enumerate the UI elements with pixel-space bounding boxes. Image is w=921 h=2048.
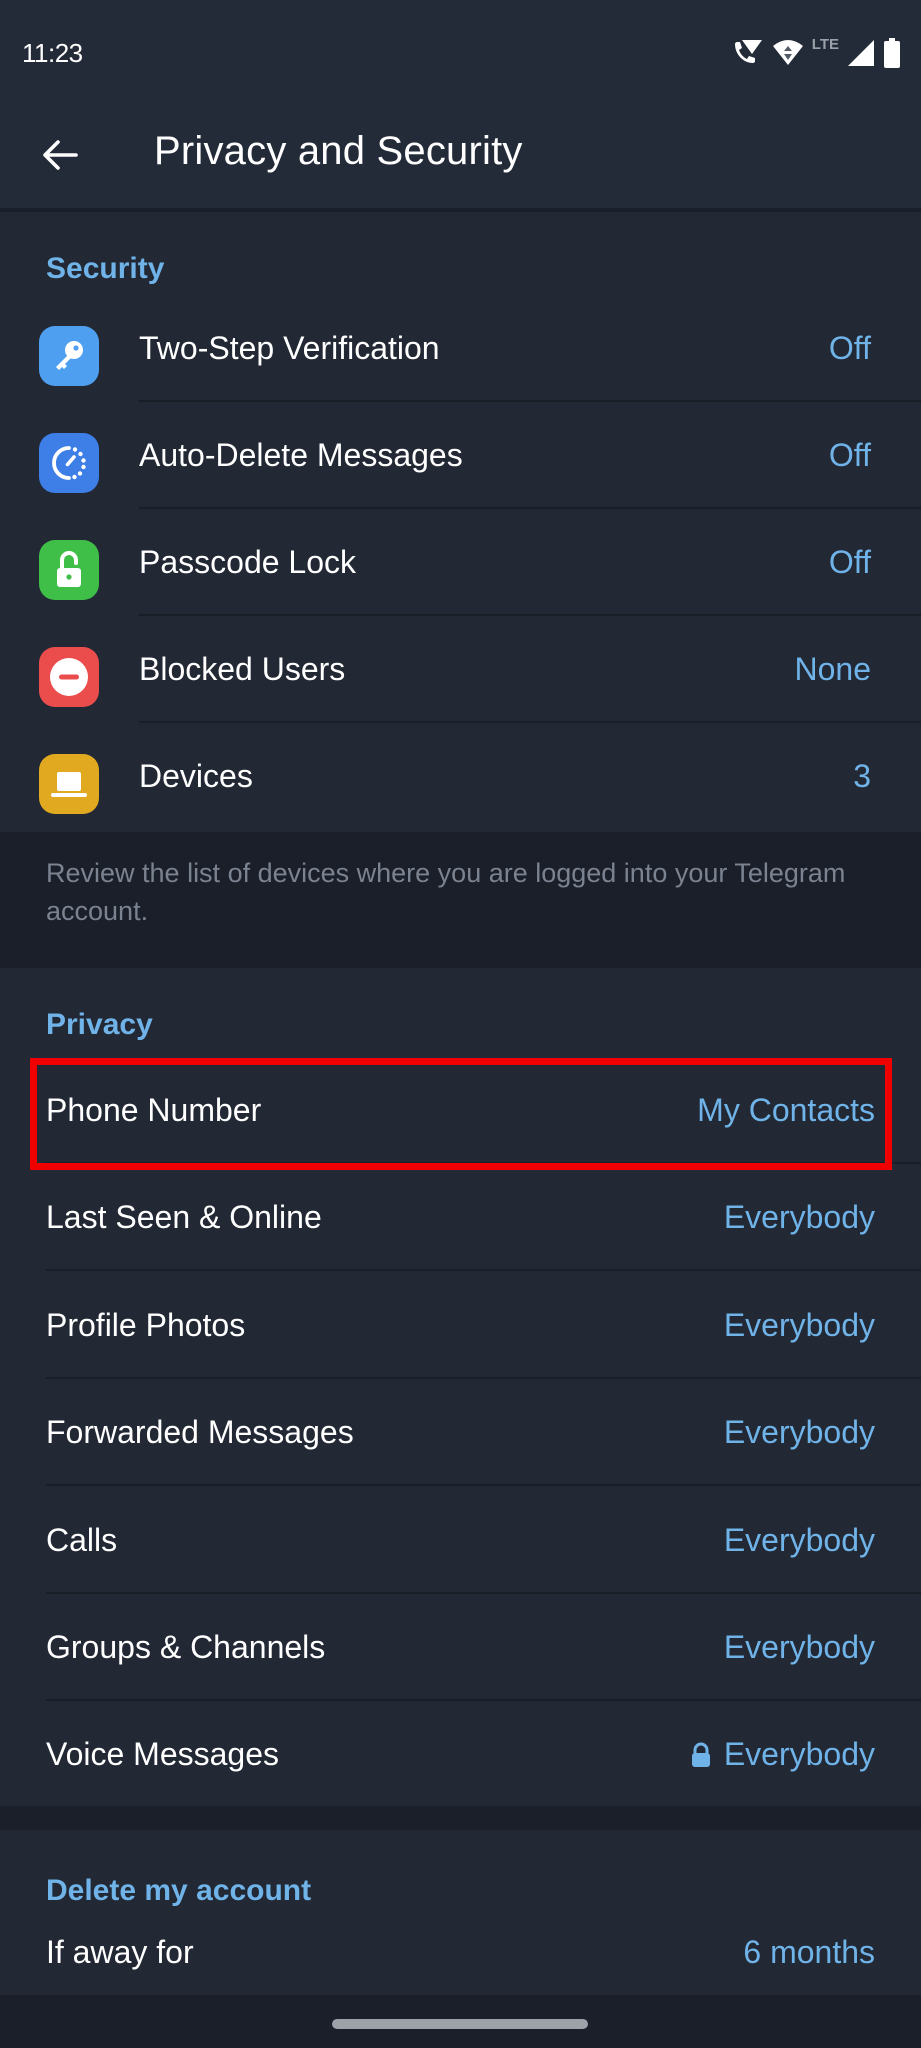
privacy-item-label: Forwarded Messages xyxy=(46,1414,354,1450)
delete-account-value: 6 months xyxy=(743,1934,875,1970)
privacy-item-value-text: Everybody xyxy=(723,1736,875,1772)
privacy-item-label: Phone Number xyxy=(46,1092,262,1128)
security-item-label: Devices xyxy=(139,758,253,794)
security-item-label: Auto-Delete Messages xyxy=(139,437,463,473)
privacy-item-value: Everybody xyxy=(723,1307,875,1343)
privacy-item-label: Voice Messages xyxy=(46,1736,280,1772)
security-item-devices[interactable]: Devices 3 xyxy=(0,723,921,830)
security-section: Security Two-Step Verification Off Auto-… xyxy=(0,212,921,832)
privacy-item-label: Profile Photos xyxy=(46,1307,246,1343)
delete-account-header: Delete my account xyxy=(46,1874,312,1907)
security-item-two-step-verification[interactable]: Two-Step Verification Off xyxy=(0,295,921,402)
security-item-value: 3 xyxy=(853,758,871,794)
security-item-label: Two-Step Verification xyxy=(139,330,440,366)
page-title: Privacy and Security xyxy=(154,129,523,173)
privacy-item-label: Calls xyxy=(46,1522,118,1558)
privacy-item-forwarded-messages[interactable]: Forwarded Messages Everybody xyxy=(0,1379,921,1486)
delete-account-section: Delete my account If away for 6 months xyxy=(0,1830,921,1995)
divider xyxy=(46,1269,921,1271)
arrow-left-icon xyxy=(42,139,78,176)
back-button[interactable] xyxy=(34,131,86,183)
lock-open-icon xyxy=(39,540,99,600)
security-item-auto-delete-messages[interactable]: Auto-Delete Messages Off xyxy=(0,402,921,509)
section-gap xyxy=(0,1806,921,1830)
security-item-label: Passcode Lock xyxy=(139,544,357,580)
status-time: 11:23 xyxy=(22,38,83,68)
divider xyxy=(46,1484,921,1486)
privacy-item-profile-photos[interactable]: Profile Photos Everybody xyxy=(0,1272,921,1379)
network-type-label: LTE xyxy=(811,36,839,53)
lock-icon xyxy=(690,1742,712,1768)
privacy-item-last-seen[interactable]: Last Seen & Online Everybody xyxy=(0,1164,921,1271)
privacy-item-value: Everybody xyxy=(723,1522,875,1558)
privacy-item-value: Everybody xyxy=(723,1414,875,1450)
battery-icon xyxy=(883,38,901,68)
status-icons: LTE xyxy=(732,36,901,70)
delete-account-label: If away for xyxy=(46,1934,194,1970)
laptop-icon xyxy=(39,754,99,814)
delete-account-item-away-period[interactable]: If away for 6 months xyxy=(0,1920,921,1995)
security-header: Security xyxy=(46,252,165,285)
privacy-item-value: My Contacts xyxy=(697,1092,875,1128)
privacy-item-groups-channels[interactable]: Groups & Channels Everybody xyxy=(0,1594,921,1701)
timer-icon xyxy=(39,433,99,493)
devices-info-band: Review the list of devices where you are… xyxy=(0,832,921,966)
security-item-value: None xyxy=(794,651,872,687)
navigation-bar xyxy=(0,1995,921,2048)
security-item-blocked-users[interactable]: Blocked Users None xyxy=(0,616,921,723)
security-item-value: Off xyxy=(828,330,871,366)
security-item-passcode-lock[interactable]: Passcode Lock Off xyxy=(0,509,921,616)
privacy-section: Privacy Phone Number My Contacts Last Se… xyxy=(0,968,921,1806)
privacy-item-calls[interactable]: Calls Everybody xyxy=(0,1487,921,1594)
devices-info-text: Review the list of devices where you are… xyxy=(46,858,846,926)
security-item-value: Off xyxy=(828,437,871,473)
security-item-label: Blocked Users xyxy=(139,651,346,687)
privacy-item-label: Groups & Channels xyxy=(46,1629,326,1665)
privacy-header: Privacy xyxy=(46,1008,153,1041)
privacy-item-value: Everybody xyxy=(690,1701,875,1808)
key-icon xyxy=(39,326,99,386)
home-gesture-handle[interactable] xyxy=(332,2019,588,2029)
privacy-item-voice-messages[interactable]: Voice Messages Everybody xyxy=(0,1701,921,1808)
status-bar: 11:23 LTE xyxy=(0,0,921,105)
privacy-item-value: Everybody xyxy=(723,1629,875,1665)
privacy-item-label: Last Seen & Online xyxy=(46,1199,322,1235)
signal-icon xyxy=(847,39,875,67)
wifi-calling-icon xyxy=(732,38,764,68)
app-bar: Privacy and Security xyxy=(0,105,921,210)
block-icon xyxy=(39,647,99,707)
privacy-item-value: Everybody xyxy=(723,1199,875,1235)
security-item-value: Off xyxy=(828,544,871,580)
privacy-item-phone-number[interactable]: Phone Number My Contacts xyxy=(0,1057,921,1164)
wifi-icon xyxy=(772,38,804,68)
